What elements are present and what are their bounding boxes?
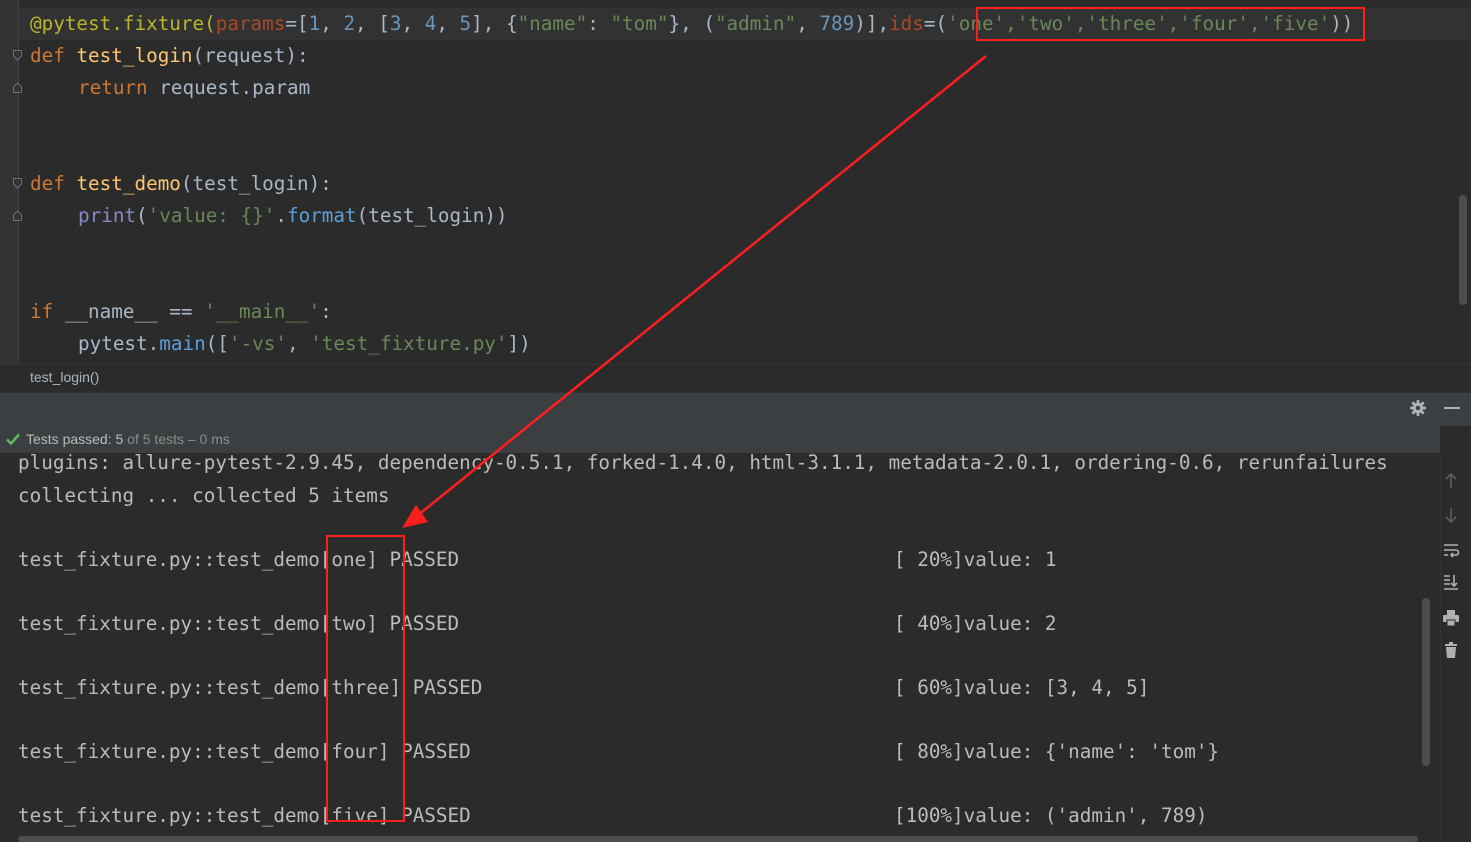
console-scrollbar[interactable]: [1422, 598, 1430, 766]
console-result-line: test_fixture.py::test_demo[two] PASSED: [18, 612, 460, 635]
test-status-bar: Tests passed: 5 of 5 tests – 0 ms: [0, 425, 1440, 453]
test-id: [one]: [319, 548, 378, 571]
minimize-icon[interactable]: [1442, 398, 1462, 418]
fold-open-icon[interactable]: [13, 50, 22, 61]
breadcrumb-bar: test_login(): [0, 364, 1471, 393]
gear-icon[interactable]: [1408, 398, 1428, 418]
console-plugins-line: plugins: allure-pytest-2.9.45, dependenc…: [18, 453, 1388, 474]
code-editor[interactable]: @pytest.fixture(params=[1, 2, [3, 4, 5],…: [0, 0, 1471, 364]
console-result-line: test_fixture.py::test_demo[three] PASSED: [18, 676, 483, 699]
trash-icon[interactable]: [1441, 640, 1461, 660]
code-line-pytest-main[interactable]: pytest.main(['-vs', 'test_fixture.py']): [78, 328, 531, 360]
console-progress-output: [ 60%]value: [3, 4, 5]: [894, 676, 1150, 699]
breadcrumb[interactable]: test_login(): [30, 369, 99, 385]
test-id: [four]: [319, 740, 390, 763]
fold-close-icon[interactable]: [13, 210, 22, 221]
code-line-decorator[interactable]: @pytest.fixture(params=[1, 2, [3, 4, 5],…: [30, 8, 1353, 40]
console-result-line: test_fixture.py::test_demo[five] PASSED: [18, 804, 471, 827]
ids-values: 'one','two','three','four','five': [947, 12, 1331, 35]
test-id: [three]: [319, 676, 402, 699]
console-result-line: test_fixture.py::test_demo[one] PASSED: [18, 548, 460, 571]
console-collecting-line: collecting ... collected 5 items: [18, 484, 390, 507]
editor-scrollbar[interactable]: [1459, 195, 1467, 305]
console-horizontal-scrollbar[interactable]: [18, 836, 1418, 842]
console-progress-output: [ 80%]value: {'name': 'tom'}: [894, 740, 1220, 763]
code-line-print[interactable]: print('value: {}'.format(test_login)): [78, 200, 508, 232]
arrow-down-icon[interactable]: [1441, 505, 1461, 525]
scroll-to-end-icon[interactable]: [1441, 572, 1461, 592]
tests-passed-status: Tests passed: 5 of 5 tests – 0 ms: [26, 431, 230, 447]
print-icon[interactable]: [1441, 608, 1461, 628]
console-progress-output: [100%]value: ('admin', 789): [894, 804, 1208, 827]
arrow-up-icon[interactable]: [1441, 471, 1461, 491]
code-line-return[interactable]: return request.param: [78, 72, 310, 104]
console-result-line: test_fixture.py::test_demo[four] PASSED: [18, 740, 471, 763]
check-icon: [5, 431, 21, 447]
run-console[interactable]: plugins: allure-pytest-2.9.45, dependenc…: [0, 453, 1440, 842]
run-tool-header: [0, 392, 1471, 426]
code-line-def-test-demo[interactable]: def test_demo(test_login):: [30, 168, 332, 200]
code-line-def-test-login[interactable]: def test_login(request):: [30, 40, 309, 72]
fold-open-icon[interactable]: [13, 178, 22, 189]
console-progress-output: [ 40%]value: 2: [894, 612, 1057, 635]
console-progress-output: [ 20%]value: 1: [894, 548, 1057, 571]
code-line-if-main[interactable]: if __name__ == '__main__':: [30, 296, 332, 328]
soft-wrap-icon[interactable]: [1441, 540, 1461, 560]
test-id: [five]: [319, 804, 390, 827]
fold-close-icon[interactable]: [13, 82, 22, 93]
test-id: [two]: [319, 612, 378, 635]
